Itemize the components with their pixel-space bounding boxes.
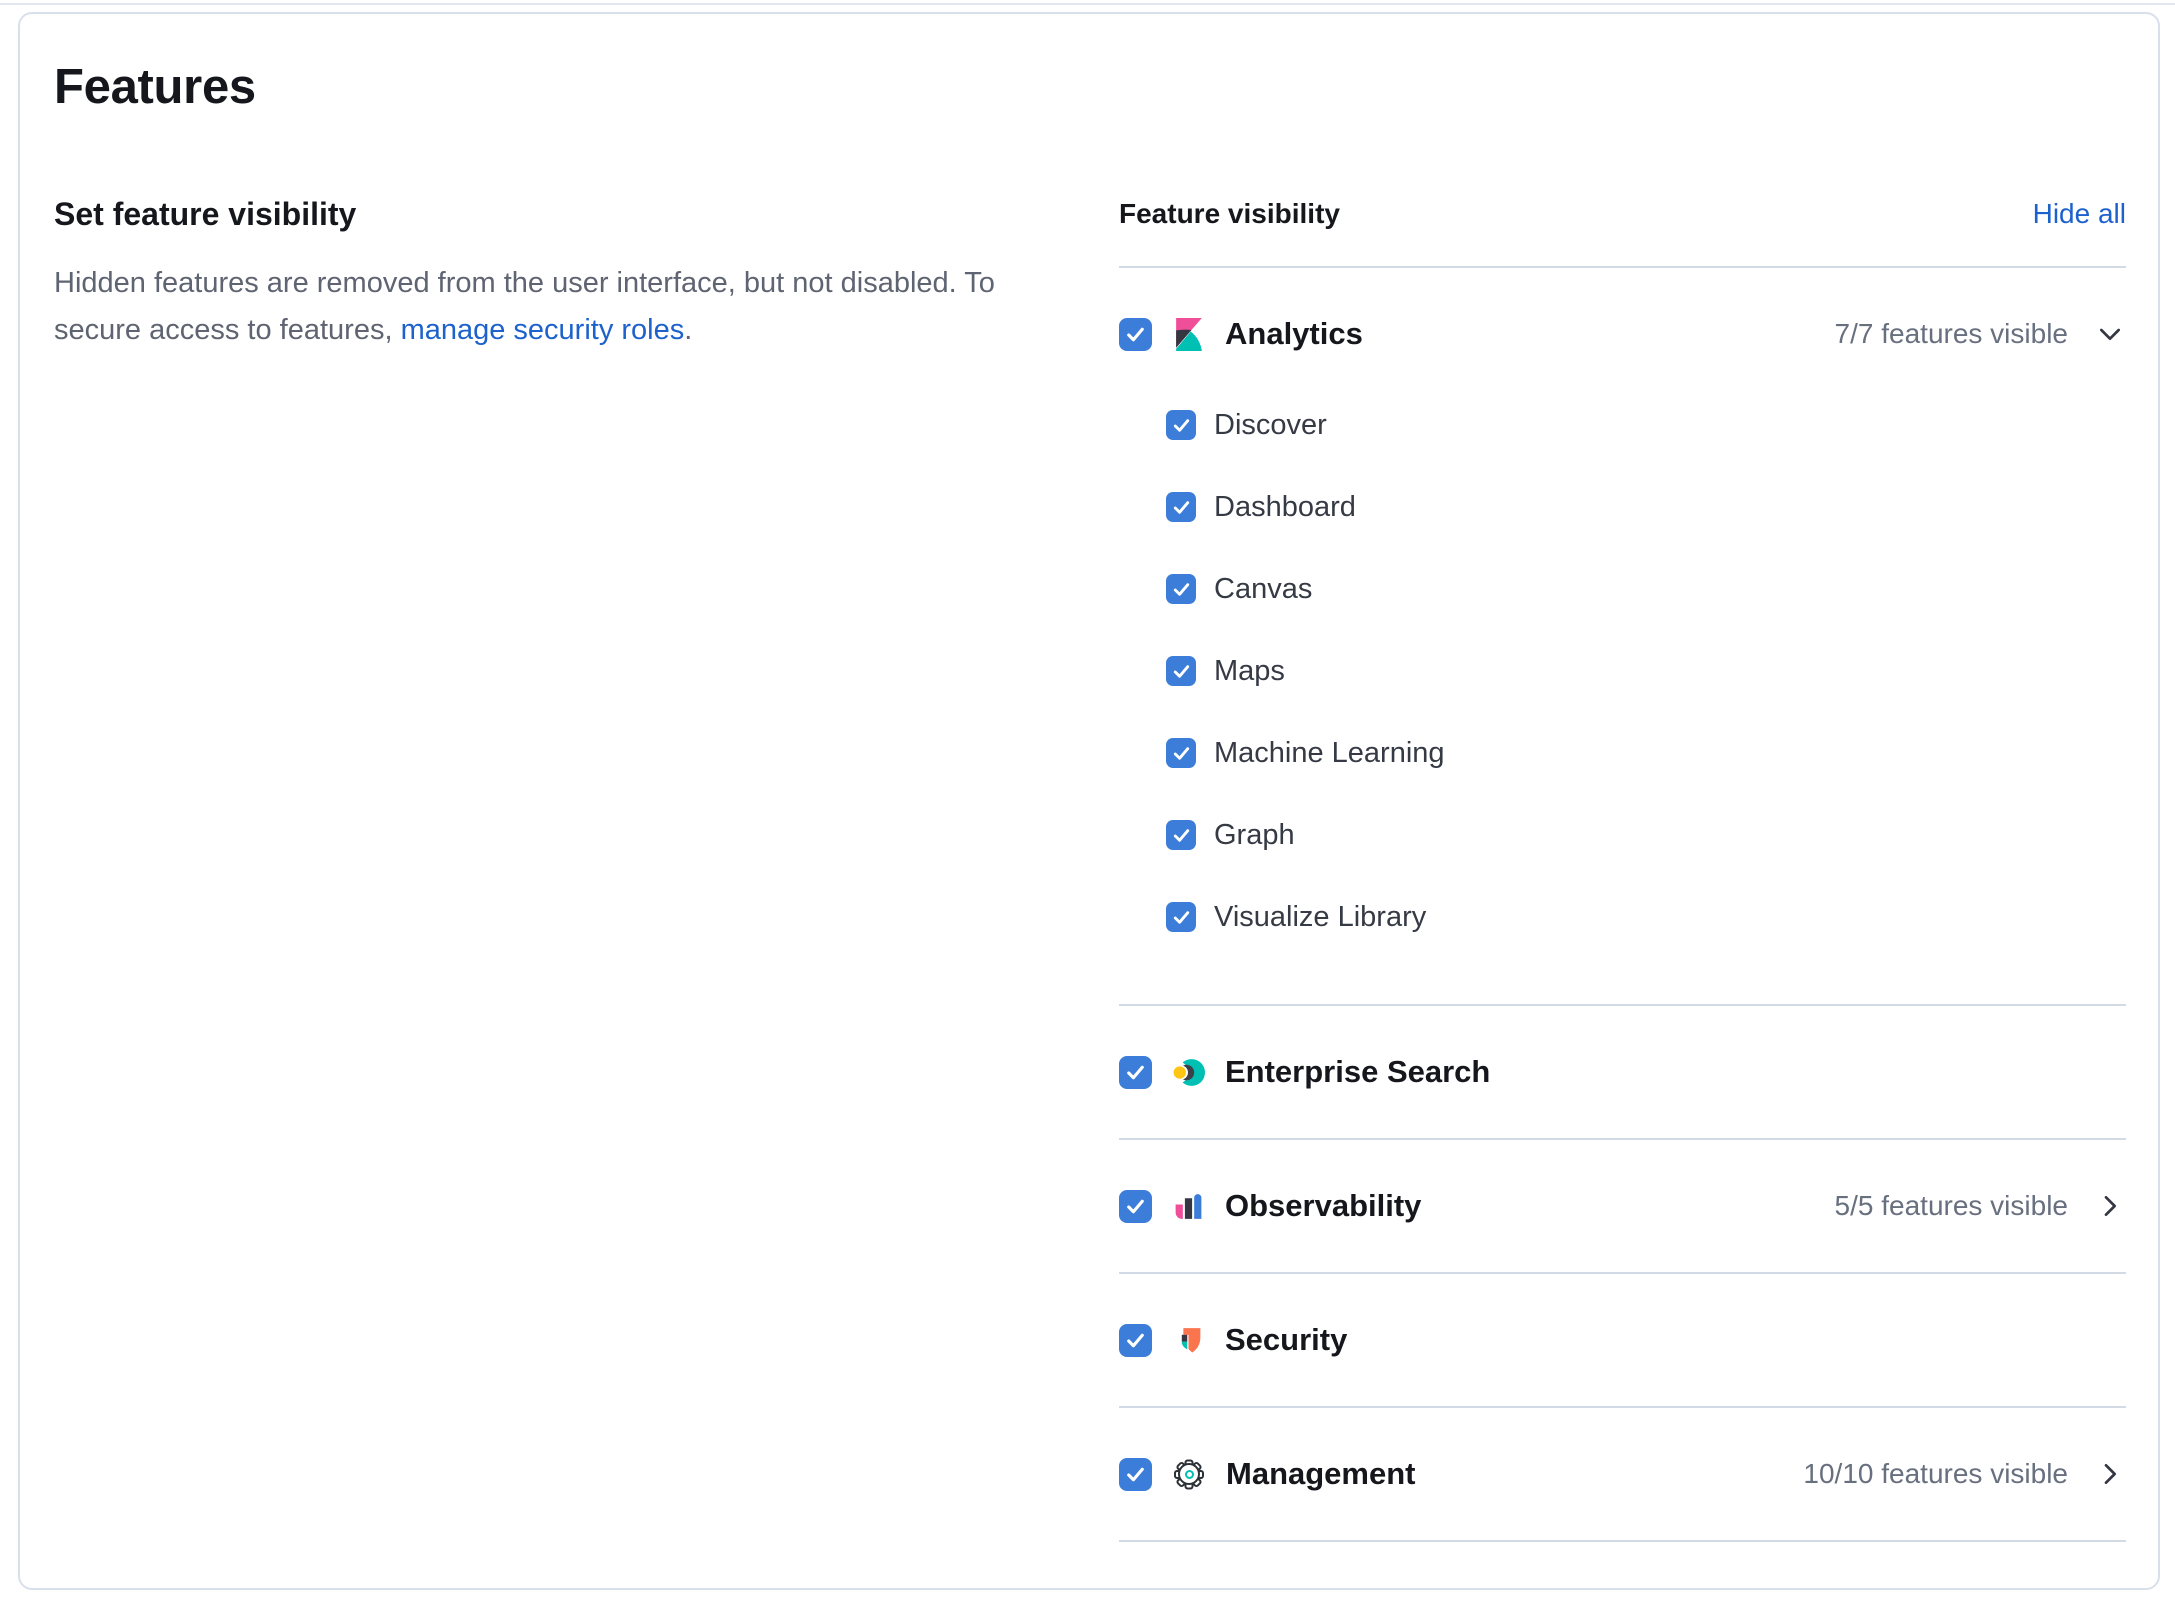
divider	[1119, 1138, 2126, 1140]
features-panel: Features Set feature visibility Hidden f…	[18, 12, 2160, 1590]
checkbox-machine-learning[interactable]	[1166, 738, 1196, 768]
divider	[1119, 1004, 2126, 1006]
checkmark-icon	[1123, 1060, 1148, 1085]
checkmark-icon	[1123, 322, 1148, 347]
sub-feature-label: Graph	[1214, 819, 1295, 852]
group-row-security[interactable]: Security	[1119, 1318, 2126, 1362]
checkmark-icon	[1123, 1194, 1148, 1219]
feature-visibility-description: Set feature visibility Hidden features a…	[54, 196, 1119, 354]
checkbox-security[interactable]	[1119, 1324, 1152, 1357]
checkbox-dashboard[interactable]	[1166, 492, 1196, 522]
sub-feature-label: Canvas	[1214, 573, 1312, 606]
chevron-right-icon[interactable]	[2094, 1458, 2126, 1490]
chevron-right-icon[interactable]	[2094, 1190, 2126, 1222]
sub-feature-label: Machine Learning	[1214, 737, 1445, 770]
checkbox-enterprise-search[interactable]	[1119, 1056, 1152, 1089]
group-label-management: Management	[1226, 1456, 1415, 1492]
group-label-analytics: Analytics	[1225, 316, 1363, 352]
analytics-feature-count: 7/7 features visible	[1835, 318, 2068, 350]
checkmark-icon	[1123, 1328, 1148, 1353]
sub-feature-label: Discover	[1214, 409, 1327, 442]
security-logo-icon	[1172, 1324, 1205, 1357]
management-feature-count: 10/10 features visible	[1803, 1458, 2068, 1490]
feature-visibility-list: Feature visibility Hide all	[1119, 196, 2126, 1542]
checkmark-icon	[1170, 824, 1193, 847]
sub-feature-maps: Maps	[1119, 654, 2126, 688]
observability-logo-icon	[1172, 1190, 1205, 1223]
observability-feature-count: 5/5 features visible	[1835, 1190, 2068, 1222]
divider	[1119, 1406, 2126, 1408]
manage-security-roles-link[interactable]: manage security roles	[401, 314, 685, 346]
management-gear-icon	[1172, 1457, 1206, 1491]
checkmark-icon	[1170, 414, 1193, 437]
sub-feature-label: Dashboard	[1214, 491, 1356, 524]
sub-feature-machine-learning: Machine Learning	[1119, 736, 2126, 770]
divider	[1119, 1540, 2126, 1542]
group-label-security: Security	[1225, 1322, 1347, 1358]
group-row-observability[interactable]: Observability 5/5 features visible	[1119, 1184, 2126, 1228]
analytics-sub-feature-list: Discover Dashboard Canvas	[1119, 408, 2126, 934]
checkmark-icon	[1123, 1462, 1148, 1487]
description-period: .	[684, 314, 692, 346]
sub-feature-label: Visualize Library	[1214, 901, 1426, 934]
checkbox-discover[interactable]	[1166, 410, 1196, 440]
section-description: Hidden features are removed from the use…	[54, 260, 1014, 354]
sub-feature-label: Maps	[1214, 655, 1285, 688]
checkmark-icon	[1170, 742, 1193, 765]
checkbox-analytics[interactable]	[1119, 318, 1152, 351]
checkmark-icon	[1170, 906, 1193, 929]
group-row-analytics[interactable]: Analytics 7/7 features visible	[1119, 312, 2126, 356]
checkbox-visualize-library[interactable]	[1166, 902, 1196, 932]
group-row-enterprise-search[interactable]: Enterprise Search	[1119, 1050, 2126, 1094]
checkmark-icon	[1170, 496, 1193, 519]
checkbox-observability[interactable]	[1119, 1190, 1152, 1223]
sub-feature-graph: Graph	[1119, 818, 2126, 852]
checkbox-canvas[interactable]	[1166, 574, 1196, 604]
top-divider	[0, 3, 2175, 5]
hide-all-link[interactable]: Hide all	[2033, 198, 2126, 230]
sub-feature-discover: Discover	[1119, 408, 2126, 442]
section-heading: Set feature visibility	[54, 196, 1019, 232]
divider	[1119, 266, 2126, 268]
sub-feature-canvas: Canvas	[1119, 572, 2126, 606]
divider	[1119, 1272, 2126, 1274]
checkbox-maps[interactable]	[1166, 656, 1196, 686]
checkbox-management[interactable]	[1119, 1458, 1152, 1491]
checkbox-graph[interactable]	[1166, 820, 1196, 850]
group-label-enterprise-search: Enterprise Search	[1225, 1054, 1490, 1090]
sub-feature-dashboard: Dashboard	[1119, 490, 2126, 524]
group-label-observability: Observability	[1225, 1188, 1421, 1224]
checkmark-icon	[1170, 660, 1193, 683]
analytics-logo-icon	[1172, 318, 1205, 351]
page-title: Features	[54, 58, 2126, 116]
checkmark-icon	[1170, 578, 1193, 601]
chevron-down-icon[interactable]	[2094, 318, 2126, 350]
enterprise-search-logo-icon	[1172, 1056, 1205, 1089]
sub-feature-visualize-library: Visualize Library	[1119, 900, 2126, 934]
group-row-management[interactable]: Management 10/10 features visible	[1119, 1452, 2126, 1496]
feature-visibility-label: Feature visibility	[1119, 198, 1340, 230]
